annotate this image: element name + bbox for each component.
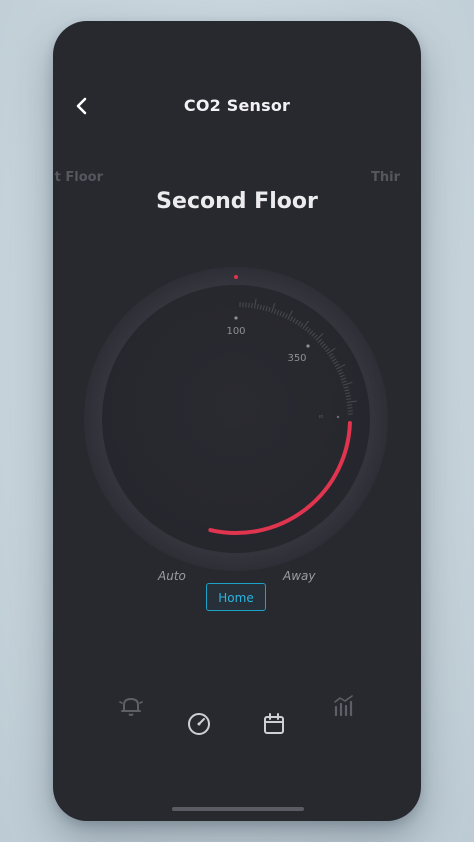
home-indicator[interactable] — [172, 807, 304, 811]
mode-home-button[interactable]: Home — [206, 583, 266, 611]
bar-chart-icon — [334, 695, 353, 717]
dial-top-marker — [234, 275, 238, 279]
dial-label-100: 100 — [226, 326, 245, 337]
co2-dial[interactable]: 100 350 ιn — [83, 266, 389, 572]
nav-alerts[interactable] — [116, 691, 146, 721]
mode-away[interactable]: Away — [283, 568, 315, 584]
nav-calendar[interactable] — [259, 709, 289, 739]
dial-marker-small — [336, 415, 340, 419]
dial-label-350: 350 — [287, 353, 306, 364]
nav-gauge[interactable] — [184, 709, 214, 739]
floor-tab-next[interactable]: Thir — [371, 169, 421, 187]
dial-marker-100 — [234, 316, 238, 320]
dial-tick — [251, 303, 253, 309]
page-title: CO2 Sensor — [183, 96, 291, 115]
dial-tick — [347, 404, 353, 406]
bell-icon — [119, 697, 143, 716]
gauge-icon — [188, 713, 210, 735]
dial-marker-350 — [306, 344, 310, 348]
phone-screen: CO2 Sensor t Floor Second Floor Thir 100… — [53, 21, 421, 821]
dial-label-small: ιn — [319, 414, 324, 420]
nav-stats[interactable] — [329, 691, 359, 721]
background: CO2 Sensor t Floor Second Floor Thir 100… — [0, 0, 474, 842]
mode-auto[interactable]: Auto — [158, 568, 186, 584]
floor-tab-current[interactable]: Second Floor — [53, 185, 421, 219]
calendar-icon — [264, 713, 284, 734]
dial-tick — [248, 302, 250, 308]
